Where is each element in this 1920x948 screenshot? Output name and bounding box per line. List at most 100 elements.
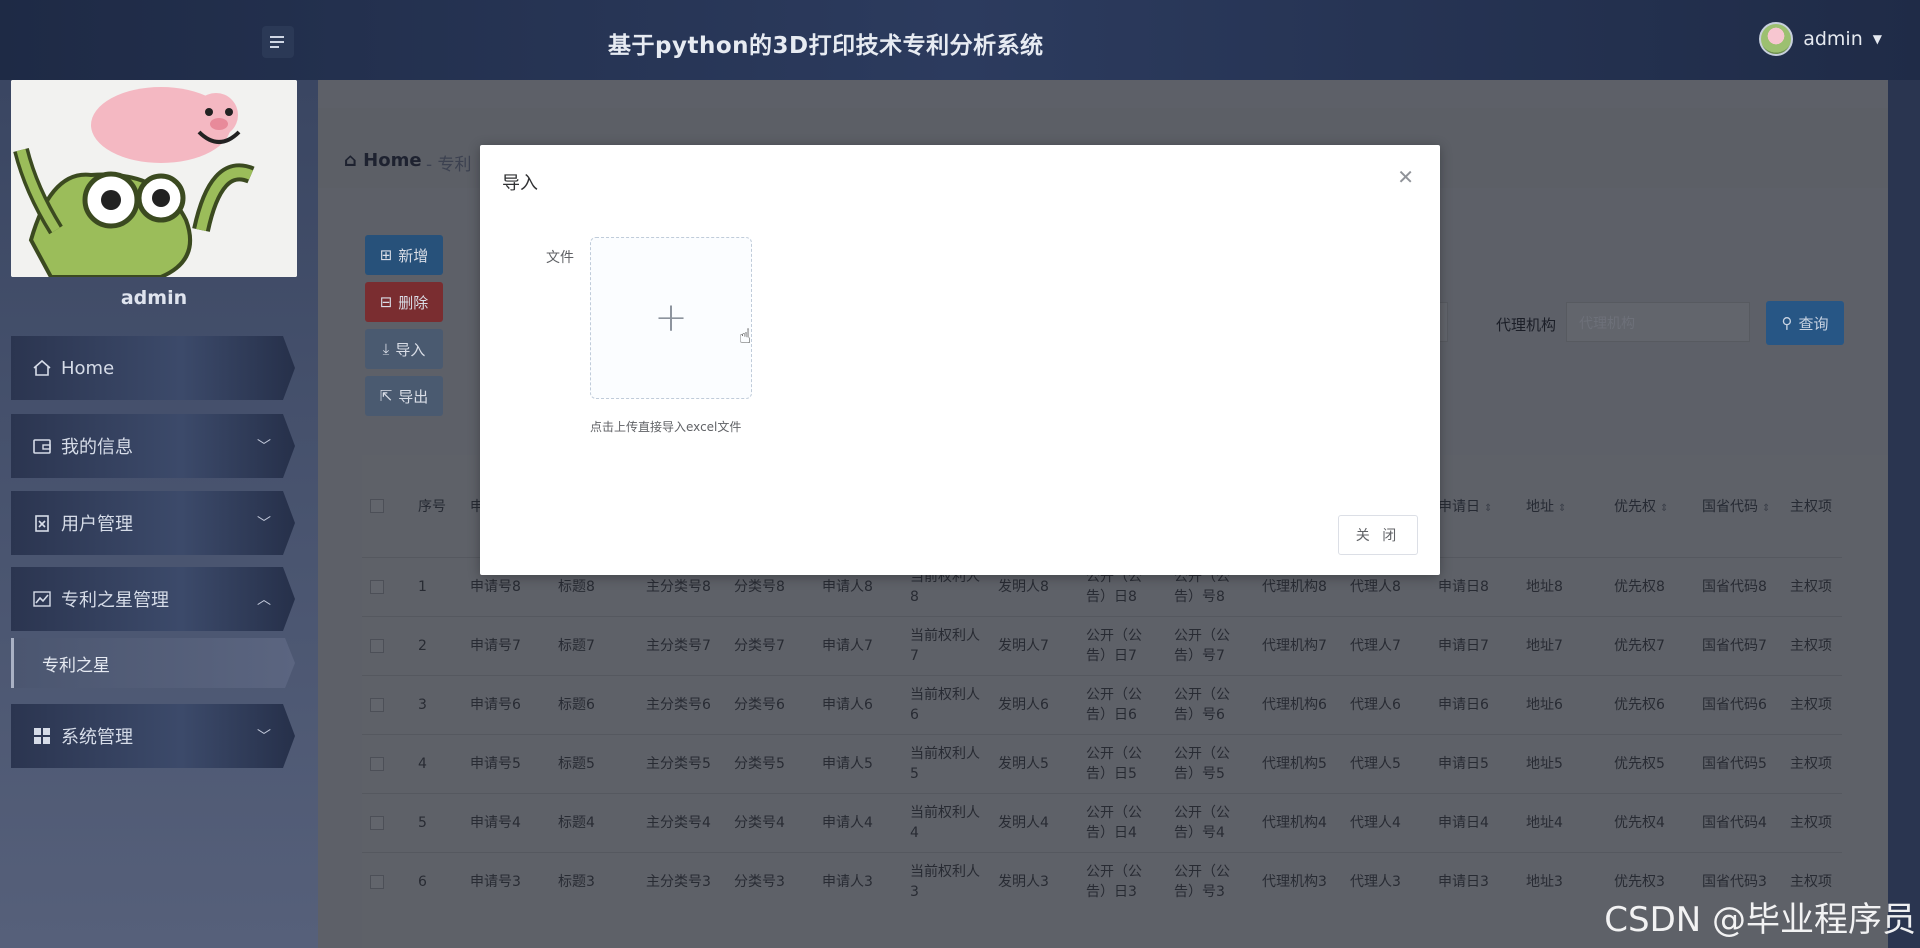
- table-cell: 发明人5: [990, 733, 1078, 793]
- select-all-checkbox[interactable]: [370, 498, 384, 513]
- file-upload-area[interactable]: +: [590, 237, 752, 399]
- table-cell: 申请日7: [1430, 615, 1518, 675]
- sidebar-item-user-management[interactable]: 用户管理 ﹀: [11, 491, 295, 555]
- table-cell: 申请日4: [1430, 792, 1518, 852]
- row-checkbox[interactable]: [370, 579, 384, 594]
- close-icon[interactable]: ✕: [1397, 165, 1414, 189]
- search-button-label: 查询: [1798, 314, 1829, 333]
- table-cell: 申请人5: [814, 733, 902, 793]
- table-cell: 当前权利人5: [902, 733, 990, 793]
- table-row[interactable]: 5 申请号4 标题4 主分类号4 分类号4 申请人4 当前权利人4 发明人4 公开（公告）日4 公…: [362, 792, 1842, 852]
- row-checkbox[interactable]: [370, 815, 384, 830]
- sort-icon[interactable]: ⇕: [1660, 503, 1668, 514]
- sidebar-subitem-patent-star[interactable]: 专利之星: [11, 638, 295, 688]
- column-header[interactable]: 申请日 ⇕: [1430, 455, 1518, 557]
- table-cell: 主分类号3: [638, 851, 726, 911]
- search-icon: ⚲: [1781, 314, 1793, 332]
- table-row[interactable]: 4 申请号5 标题5 主分类号5 分类号5 申请人5 当前权利人5 发明人5 公开（公告）日5 公…: [362, 733, 1842, 793]
- table-cell: 发明人7: [990, 615, 1078, 675]
- row-checkbox[interactable]: [370, 874, 384, 889]
- sidebar-item-label: 系统管理: [61, 727, 133, 748]
- column-header[interactable]: 主权项: [1782, 455, 1842, 557]
- row-checkbox[interactable]: [370, 697, 384, 712]
- sidebar-item-label: Home: [61, 357, 115, 379]
- add-button[interactable]: ⊞ 新增: [365, 235, 443, 275]
- agency-search-input[interactable]: 代理机构: [1566, 302, 1750, 342]
- breadcrumb-current-label: 专利: [437, 155, 472, 175]
- file-field-label: 文件: [546, 250, 574, 266]
- column-header-label: 优先权: [1614, 498, 1656, 515]
- table-cell: 公开（公告）日4: [1078, 792, 1166, 852]
- breadcrumb-home[interactable]: ⌂ Home: [344, 150, 422, 171]
- column-header-label: 主权项: [1790, 498, 1832, 515]
- delete-button[interactable]: ⊟ 删除: [365, 282, 443, 322]
- import-dialog: 导入 ✕ 文件 + 点击上传直接导入excel文件 关 闭: [480, 145, 1440, 575]
- sidebar-item-home[interactable]: Home: [11, 336, 295, 400]
- row-checkbox[interactable]: [370, 756, 384, 771]
- menu-line-icon: [270, 36, 284, 38]
- table-cell: 申请人3: [814, 851, 902, 911]
- table-cell: 标题7: [550, 615, 638, 675]
- import-button[interactable]: ⤓ 导入: [365, 329, 443, 369]
- grid-icon: [31, 725, 53, 747]
- table-cell: 5: [410, 792, 462, 852]
- top-header: 基于python的3D打印技术专利分析系统 admin ▼: [0, 0, 1920, 80]
- table-cell: 申请号3: [462, 851, 550, 911]
- sidebar-item-system-management[interactable]: 系统管理 ﹀: [11, 704, 295, 768]
- row-checkbox-cell[interactable]: [362, 556, 410, 616]
- row-checkbox-cell[interactable]: [362, 851, 410, 911]
- table-cell: 标题5: [550, 733, 638, 793]
- table-cell: 标题3: [550, 851, 638, 911]
- table-row[interactable]: 3 申请号6 标题6 主分类号6 分类号6 申请人6 当前权利人6 发明人6 公开（公告）日6 公…: [362, 674, 1842, 734]
- user-menu[interactable]: admin ▼: [1759, 22, 1882, 56]
- column-header[interactable]: 优先权 ⇕: [1606, 455, 1694, 557]
- sort-icon[interactable]: ⇕: [1484, 503, 1492, 514]
- sidebar-item-patent-management[interactable]: 专利之星管理 ︿: [11, 567, 295, 631]
- table-cell: 代理人5: [1342, 733, 1430, 793]
- sidebar: admin Home 我的信息 ﹀ 用户管理 ﹀ 专利之星管理 ︿ 专利之星 系: [0, 80, 318, 948]
- column-header[interactable]: 地址 ⇕: [1518, 455, 1606, 557]
- table-row[interactable]: 2 申请号7 标题7 主分类号7 分类号7 申请人7 当前权利人7 发明人7 公开（公告）日7 公…: [362, 615, 1842, 675]
- table-cell: 主分类号6: [638, 674, 726, 734]
- table-cell: 国省代码7: [1694, 615, 1782, 675]
- chevron-down-icon: ﹀: [257, 729, 271, 745]
- menu-toggle-button[interactable]: [262, 26, 294, 58]
- sidebar-item-label: 用户管理: [61, 514, 133, 535]
- column-header[interactable]: 国省代码 ⇕: [1694, 455, 1782, 557]
- export-button[interactable]: ⇱ 导出: [365, 376, 443, 416]
- chevron-down-icon: ﹀: [257, 439, 271, 455]
- table-cell: 当前权利人6: [902, 674, 990, 734]
- table-cell: 公开（公告）号4: [1166, 792, 1254, 852]
- sort-icon[interactable]: ⇕: [1558, 503, 1566, 514]
- table-cell: 主分类号5: [638, 733, 726, 793]
- table-cell: 地址5: [1518, 733, 1606, 793]
- download-icon: ⤓: [382, 340, 390, 358]
- row-checkbox-cell[interactable]: [362, 674, 410, 734]
- row-checkbox-cell[interactable]: [362, 733, 410, 793]
- user-name: admin: [1803, 28, 1863, 50]
- table-cell: 申请号5: [462, 733, 550, 793]
- select-all-checkbox-cell[interactable]: [362, 455, 410, 557]
- table-cell: 主权项: [1782, 615, 1842, 675]
- table-cell: 发明人6: [990, 674, 1078, 734]
- column-header[interactable]: 序号: [410, 455, 462, 557]
- table-cell: 地址8: [1518, 556, 1606, 616]
- sort-icon[interactable]: ⇕: [1762, 503, 1770, 514]
- search-button[interactable]: ⚲ 查询: [1766, 301, 1844, 345]
- table-cell: 代理人4: [1342, 792, 1430, 852]
- row-checkbox-cell[interactable]: [362, 792, 410, 852]
- table-cell: 代理人3: [1342, 851, 1430, 911]
- sidebar-item-my-info[interactable]: 我的信息 ﹀: [11, 414, 295, 478]
- table-cell: 当前权利人7: [902, 615, 990, 675]
- home-icon: [31, 357, 53, 379]
- row-checkbox-cell[interactable]: [362, 615, 410, 675]
- table-cell: 申请人4: [814, 792, 902, 852]
- table-cell: 主分类号4: [638, 792, 726, 852]
- hand-cursor-icon: ☝: [739, 324, 752, 348]
- table-cell: 国省代码4: [1694, 792, 1782, 852]
- delete-button-label: 删除: [398, 293, 429, 312]
- close-button[interactable]: 关 闭: [1338, 515, 1418, 555]
- row-checkbox[interactable]: [370, 638, 384, 653]
- table-cell: 公开（公告）号6: [1166, 674, 1254, 734]
- table-cell: 代理机构7: [1254, 615, 1342, 675]
